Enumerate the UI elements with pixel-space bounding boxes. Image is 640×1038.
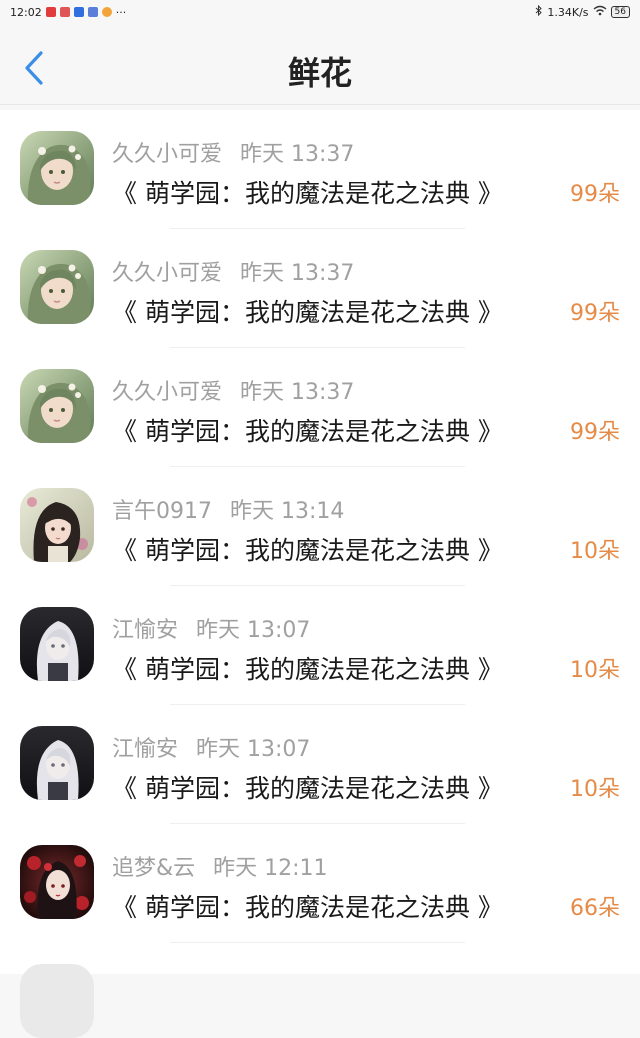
list-item[interactable]: 言午0917 昨天 13:14 《 萌学园：我的魔法是花之法典 》 10朵 bbox=[0, 467, 640, 586]
header: 鲜花 bbox=[0, 30, 640, 105]
avatar[interactable] bbox=[20, 964, 94, 1038]
user-name[interactable]: 久久小可爱 bbox=[112, 261, 222, 286]
notification-icon bbox=[45, 7, 56, 17]
flower-count: 99朵 bbox=[570, 420, 620, 445]
avatar[interactable] bbox=[20, 131, 94, 205]
book-title[interactable]: 《 萌学园：我的魔法是花之法典 》 bbox=[112, 174, 503, 210]
network-speed: 1.34K/s bbox=[547, 5, 589, 19]
status-bar: 12:02 ··· 1.34K/s 56 bbox=[0, 0, 640, 24]
status-left: 12:02 ··· bbox=[10, 6, 126, 19]
flower-count: 10朵 bbox=[570, 777, 620, 802]
list-item[interactable]: 追梦&云 昨天 12:11 《 萌学园：我的魔法是花之法典 》 66朵 bbox=[0, 824, 640, 943]
timestamp: 昨天 12:11 bbox=[213, 856, 328, 881]
user-name[interactable]: 江愉安 bbox=[112, 737, 178, 762]
timestamp: 昨天 13:14 bbox=[230, 499, 345, 524]
list-item[interactable]: 江愉安 昨天 13:07 《 萌学园：我的魔法是花之法典 》 10朵 bbox=[0, 705, 640, 824]
user-name[interactable]: 言午0917 bbox=[112, 499, 212, 524]
more-notifications: ··· bbox=[115, 5, 127, 19]
flower-gift-list: 久久小可爱 昨天 13:37 《 萌学园：我的魔法是花之法典 》 99朵 久久小可… bbox=[0, 110, 640, 1038]
book-title[interactable]: 《 萌学园：我的魔法是花之法典 》 bbox=[112, 888, 503, 924]
avatar[interactable] bbox=[20, 250, 94, 324]
book-title[interactable]: 《 萌学园：我的魔法是花之法典 》 bbox=[112, 769, 503, 805]
list-item[interactable]: 久久小可爱 昨天 13:37 《 萌学园：我的魔法是花之法典 》 99朵 bbox=[0, 348, 640, 467]
flower-count: 10朵 bbox=[570, 658, 620, 683]
timestamp: 昨天 13:07 bbox=[196, 618, 311, 643]
row-meta: 追梦&云 昨天 12:11 bbox=[112, 850, 328, 882]
avatar[interactable] bbox=[20, 369, 94, 443]
row-meta: 久久小可爱 昨天 13:37 bbox=[112, 136, 354, 168]
wifi-icon bbox=[593, 5, 607, 19]
timestamp: 昨天 13:07 bbox=[196, 737, 311, 762]
avatar[interactable] bbox=[20, 607, 94, 681]
battery-indicator: 56 bbox=[610, 6, 630, 18]
bluetooth-icon bbox=[535, 4, 543, 19]
avatar[interactable] bbox=[20, 488, 94, 562]
list-item-partial[interactable] bbox=[0, 943, 640, 1038]
timestamp: 昨天 13:37 bbox=[240, 261, 355, 286]
user-name[interactable]: 江愉安 bbox=[112, 618, 178, 643]
user-name[interactable]: 追梦&云 bbox=[112, 856, 195, 881]
flower-count: 99朵 bbox=[570, 182, 620, 207]
flower-count: 10朵 bbox=[570, 539, 620, 564]
avatar[interactable] bbox=[20, 845, 94, 919]
row-meta: 言午0917 昨天 13:14 bbox=[112, 493, 344, 525]
timestamp: 昨天 13:37 bbox=[240, 380, 355, 405]
list-item[interactable]: 江愉安 昨天 13:07 《 萌学园：我的魔法是花之法典 》 10朵 bbox=[0, 586, 640, 705]
list-item[interactable]: 久久小可爱 昨天 13:37 《 萌学园：我的魔法是花之法典 》 99朵 bbox=[0, 229, 640, 348]
notification-icon bbox=[73, 7, 84, 17]
row-meta: 江愉安 昨天 13:07 bbox=[112, 731, 310, 763]
list-item[interactable]: 久久小可爱 昨天 13:37 《 萌学园：我的魔法是花之法典 》 99朵 bbox=[0, 110, 640, 229]
book-title[interactable]: 《 萌学园：我的魔法是花之法典 》 bbox=[112, 293, 503, 329]
flower-count: 99朵 bbox=[570, 301, 620, 326]
book-title[interactable]: 《 萌学园：我的魔法是花之法典 》 bbox=[112, 412, 503, 448]
user-name[interactable]: 久久小可爱 bbox=[112, 142, 222, 167]
page-title: 鲜花 bbox=[287, 54, 352, 92]
row-meta: 久久小可爱 昨天 13:37 bbox=[112, 255, 354, 287]
row-meta: 久久小可爱 昨天 13:37 bbox=[112, 374, 354, 406]
notification-icon bbox=[87, 7, 98, 17]
avatar[interactable] bbox=[20, 726, 94, 800]
notification-icon bbox=[59, 7, 70, 17]
user-name[interactable]: 久久小可爱 bbox=[112, 380, 222, 405]
row-meta: 江愉安 昨天 13:07 bbox=[112, 612, 310, 644]
status-right: 1.34K/s 56 bbox=[535, 4, 630, 19]
timestamp: 昨天 13:37 bbox=[240, 142, 355, 167]
weibo-icon bbox=[101, 7, 112, 17]
status-time: 12:02 bbox=[10, 5, 42, 19]
flower-count: 66朵 bbox=[570, 896, 620, 921]
book-title[interactable]: 《 萌学园：我的魔法是花之法典 》 bbox=[112, 531, 503, 567]
book-title[interactable]: 《 萌学园：我的魔法是花之法典 》 bbox=[112, 650, 503, 686]
